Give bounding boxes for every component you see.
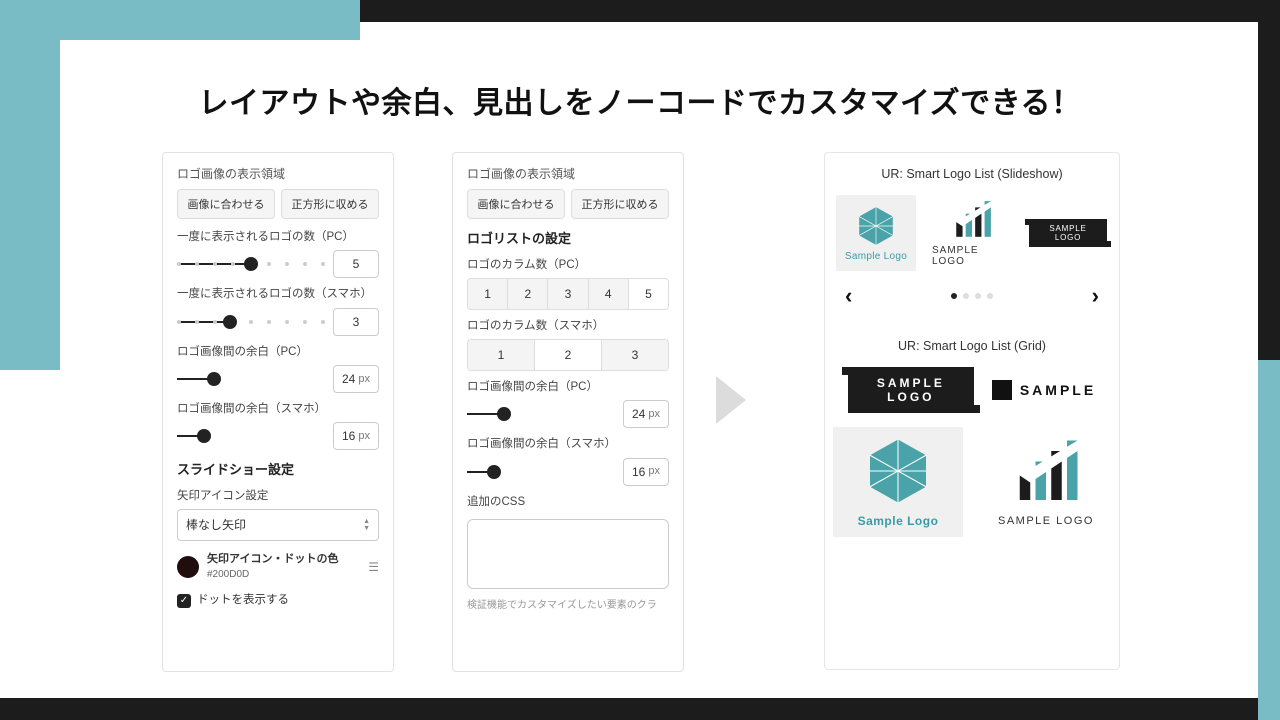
page-headline: レイアウトや余白、見出しをノーコードでカスタマイズできる！ bbox=[0, 78, 1280, 122]
gap-sp-label: ロゴ画像間の余白（スマホ） bbox=[177, 401, 379, 418]
grid-title: UR: Smart Logo List (Grid) bbox=[825, 339, 1119, 353]
gap-pc-value[interactable]: 24px bbox=[333, 365, 379, 393]
check-icon: ✓ bbox=[177, 594, 191, 608]
palette-icon: ☰ bbox=[368, 558, 379, 576]
gap-sp-slider-2[interactable] bbox=[467, 467, 615, 477]
arrow-setting-label: 矢印アイコン設定 bbox=[177, 488, 379, 505]
count-sp-value[interactable]: 3 bbox=[333, 308, 379, 336]
color-setting[interactable]: 矢印アイコン・ドットの色 #200D0D ☰ bbox=[177, 551, 379, 583]
settings-panel-grid: ロゴ画像の表示領域 画像に合わせる 正方形に収める ロゴリストの設定 ロゴのカラ… bbox=[452, 152, 684, 672]
next-button[interactable]: › bbox=[1092, 283, 1099, 309]
region-label: ロゴ画像の表示領域 bbox=[177, 165, 379, 183]
grid-logo-hexagon: Sample Logo bbox=[833, 427, 963, 537]
settings-panel-slideshow: ロゴ画像の表示領域 画像に合わせる 正方形に収める 一度に表示されるロゴの数（P… bbox=[162, 152, 394, 672]
logo-badge: SAMPLELOGO bbox=[1028, 195, 1108, 271]
gap-sp-value-2[interactable]: 16px bbox=[623, 458, 669, 486]
css-label: 追加のCSS bbox=[467, 494, 669, 511]
gap-pc-label: ロゴ画像間の余白（PC） bbox=[177, 344, 379, 361]
count-sp-slider[interactable] bbox=[177, 317, 325, 327]
slideshow-heading: スライドショー設定 bbox=[177, 460, 379, 480]
custom-css-textarea[interactable] bbox=[467, 519, 669, 589]
count-pc-value[interactable]: 5 bbox=[333, 250, 379, 278]
preview-panel: UR: Smart Logo List (Slideshow) Sample L… bbox=[824, 152, 1120, 670]
grid-logo-badge: SAMPLELOGO bbox=[848, 367, 974, 413]
fit-image-button[interactable]: 画像に合わせる bbox=[177, 189, 275, 219]
css-hint: 検証機能でカスタマイズしたい要素のクラ bbox=[467, 598, 669, 613]
dots-indicator[interactable] bbox=[951, 293, 993, 299]
slideshow-title: UR: Smart Logo List (Slideshow) bbox=[825, 167, 1119, 181]
gap-pc-slider-2[interactable] bbox=[467, 409, 615, 419]
list-heading: ロゴリストの設定 bbox=[467, 229, 669, 249]
fit-square-button[interactable]: 正方形に収める bbox=[281, 189, 379, 219]
count-sp-label: 一度に表示されるロゴの数（スマホ） bbox=[177, 286, 379, 303]
gap-pc-label-2: ロゴ画像間の余白（PC） bbox=[467, 379, 669, 396]
count-pc-label: 一度に表示されるロゴの数（PC） bbox=[177, 229, 379, 246]
select-updown-icon: ▲▼ bbox=[363, 518, 370, 532]
cols-pc-label: ロゴのカラム数（PC） bbox=[467, 257, 669, 274]
count-pc-slider[interactable] bbox=[177, 259, 325, 269]
prev-button[interactable]: ‹ bbox=[845, 283, 852, 309]
gap-sp-label-2: ロゴ画像間の余白（スマホ） bbox=[467, 436, 669, 453]
color-swatch bbox=[177, 556, 199, 578]
cols-pc-segment[interactable]: 1 2 3 4 5 bbox=[467, 278, 669, 310]
fit-square-button-2[interactable]: 正方形に収める bbox=[571, 189, 669, 219]
show-dots-checkbox[interactable]: ✓ ドットを表示する bbox=[177, 592, 379, 609]
grid-logo-text: SAMPLE bbox=[992, 380, 1096, 400]
fit-image-button-2[interactable]: 画像に合わせる bbox=[467, 189, 565, 219]
gap-sp-value[interactable]: 16px bbox=[333, 422, 379, 450]
gap-pc-value-2[interactable]: 24px bbox=[623, 400, 669, 428]
cols-sp-segment[interactable]: 1 2 3 bbox=[467, 339, 669, 371]
logo-hexagon: Sample Logo bbox=[836, 195, 916, 271]
logo-bars: SAMPLE LOGO bbox=[932, 195, 1012, 271]
chevron-right-icon bbox=[708, 370, 758, 430]
grid-logo-bars: SAMPLE LOGO bbox=[981, 427, 1111, 537]
gap-pc-slider[interactable] bbox=[177, 374, 325, 384]
arrow-select[interactable]: 棒なし矢印 ▲▼ bbox=[177, 509, 379, 541]
region-label-2: ロゴ画像の表示領域 bbox=[467, 165, 669, 183]
gap-sp-slider[interactable] bbox=[177, 431, 325, 441]
cols-sp-label: ロゴのカラム数（スマホ） bbox=[467, 318, 669, 335]
